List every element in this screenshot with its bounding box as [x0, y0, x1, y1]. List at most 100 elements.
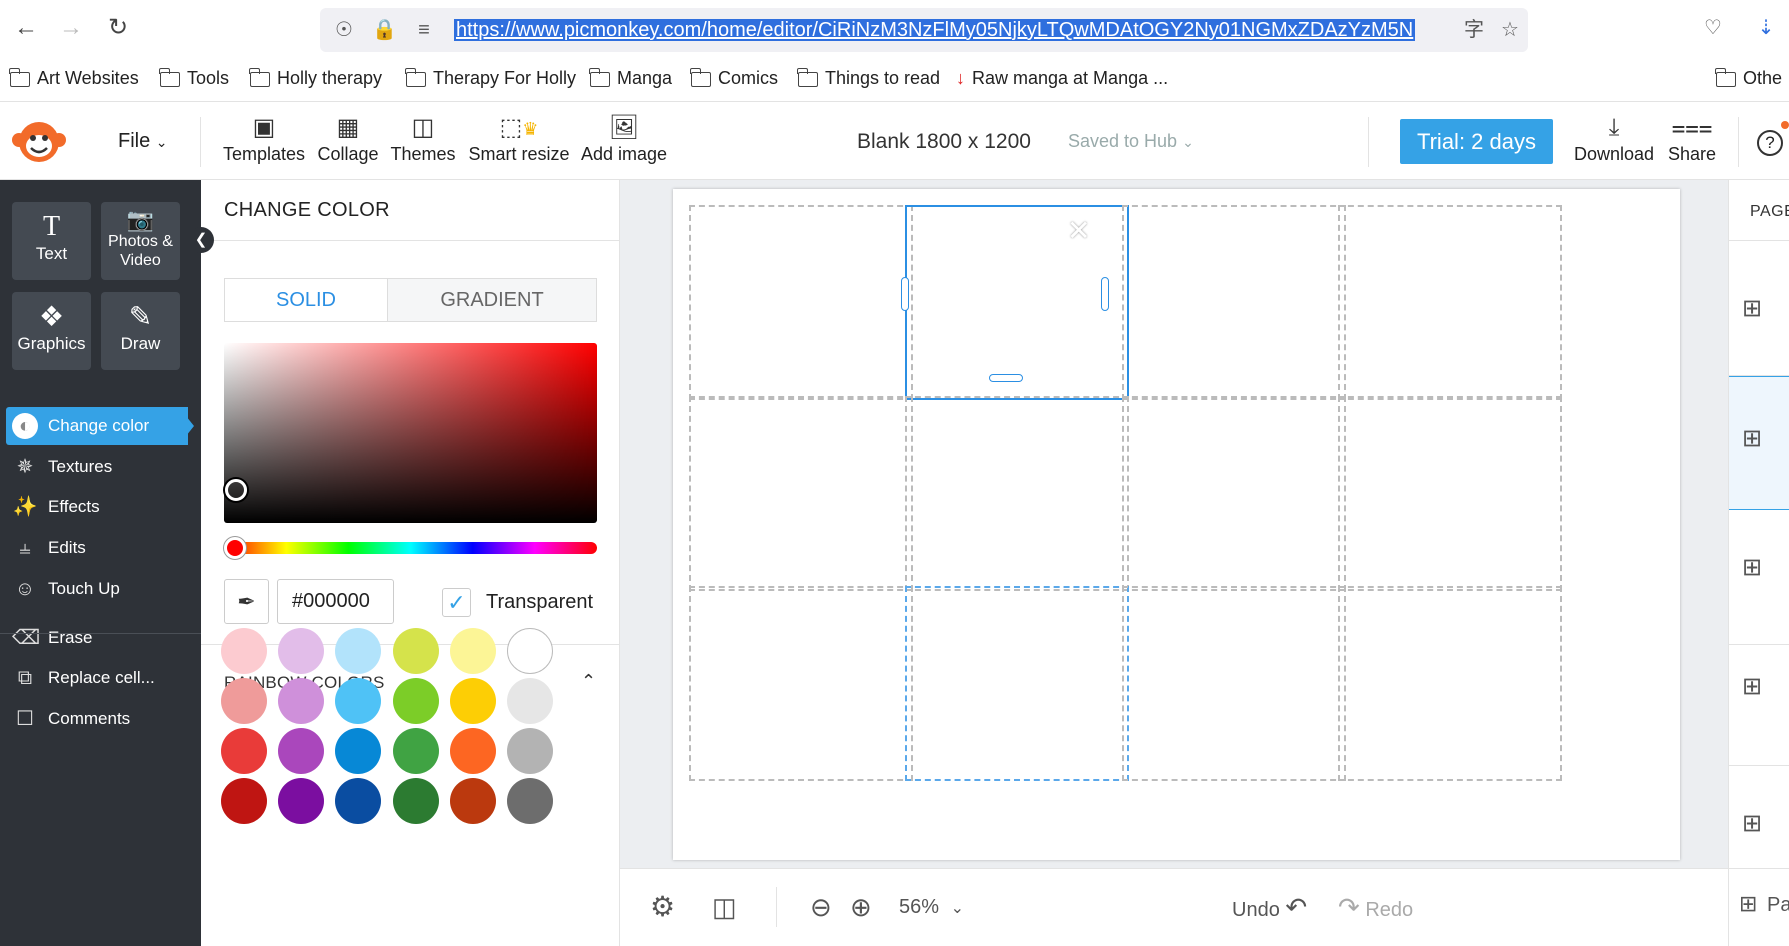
photos-video-tile[interactable]: 📷 Photos & Video: [101, 202, 180, 280]
downloads-icon[interactable]: ⇣: [1753, 16, 1779, 40]
themes-button[interactable]: ◫ Themes: [390, 113, 456, 173]
document-title[interactable]: Blank 1800 x 1200: [857, 130, 1031, 154]
color-swatch[interactable]: [392, 628, 439, 674]
collage-cell[interactable]: [1338, 396, 1562, 591]
sidebar-item-effects[interactable]: ✨ Effects: [12, 489, 100, 525]
color-swatch[interactable]: [221, 728, 267, 774]
collage-cell[interactable]: [689, 396, 913, 591]
bookmark-star-icon[interactable]: ☆: [1498, 18, 1522, 42]
tab-gradient[interactable]: GRADIENT: [387, 279, 596, 321]
eyedropper-button[interactable]: ✒: [224, 579, 269, 624]
back-icon[interactable]: ←: [12, 14, 40, 42]
save-status[interactable]: Saved to Hub ⌄: [1068, 131, 1194, 152]
sidebar-item-change-color[interactable]: ◐ Change color: [12, 408, 149, 444]
forward-icon[interactable]: →: [57, 14, 85, 42]
color-swatch[interactable]: [335, 778, 382, 824]
bookmark-item[interactable]: Tools: [159, 66, 229, 90]
collage-cell-selected[interactable]: ✕: [901, 205, 1129, 400]
collage-cell[interactable]: [1122, 205, 1346, 400]
bookmark-item[interactable]: ↓ Raw manga at Manga ...: [956, 66, 1168, 90]
bookmark-item[interactable]: Othe: [1715, 66, 1782, 90]
download-button[interactable]: ⤓ Download: [1568, 113, 1660, 173]
collage-cell[interactable]: [905, 396, 1129, 591]
permissions-icon[interactable]: ≡: [412, 18, 436, 42]
page-thumbnail[interactable]: ⊞: [1729, 632, 1789, 766]
color-swatch[interactable]: [335, 628, 382, 674]
resize-handle-left[interactable]: [901, 277, 909, 311]
hue-slider[interactable]: [224, 542, 597, 554]
help-icon[interactable]: ?: [1757, 130, 1783, 156]
resize-handle-bottom[interactable]: [989, 374, 1023, 382]
sidebar-item-comments[interactable]: ☐ Comments: [12, 701, 130, 737]
zoom-in-icon[interactable]: ⊕: [850, 889, 872, 925]
color-swatch[interactable]: [449, 778, 496, 824]
collapse-section-button[interactable]: ⌃: [581, 671, 596, 692]
zoom-level-select[interactable]: 56% ⌄: [899, 889, 964, 927]
picmonkey-logo[interactable]: [12, 119, 66, 165]
sidebar-item-touch-up[interactable]: ☺ Touch Up: [12, 571, 120, 607]
reload-icon[interactable]: ↻: [104, 14, 132, 42]
add-image-button[interactable]: 🖼 Add image: [580, 113, 668, 173]
color-swatch[interactable]: [507, 628, 553, 674]
graphics-tile[interactable]: ❖ Graphics: [12, 292, 91, 370]
color-picker-handle[interactable]: [225, 479, 247, 501]
collage-button[interactable]: ▦ Collage: [316, 113, 380, 173]
remove-cell-icon[interactable]: ✕: [1067, 217, 1090, 245]
shield-icon[interactable]: ☉: [332, 18, 356, 42]
undo-button[interactable]: Undo ↶: [1232, 889, 1307, 928]
tab-solid[interactable]: SOLID: [225, 279, 387, 321]
color-swatch[interactable]: [221, 678, 267, 724]
color-swatch[interactable]: [221, 628, 267, 674]
collage-cell[interactable]: [689, 586, 913, 781]
collage-cell[interactable]: [1338, 586, 1562, 781]
address-bar[interactable]: ☉ 🔒 ≡ https://www.picmonkey.com/home/edi…: [320, 8, 1528, 52]
color-swatch[interactable]: [449, 678, 496, 724]
color-swatch[interactable]: [507, 728, 553, 774]
sidebar-item-replace-cell[interactable]: ⧉ Replace cell...: [12, 660, 155, 696]
color-swatch[interactable]: [278, 778, 325, 824]
trial-button[interactable]: Trial: 2 days: [1400, 119, 1553, 164]
file-menu[interactable]: File ⌄: [118, 130, 168, 153]
text-tool-tile[interactable]: T Text: [12, 202, 91, 280]
color-swatch[interactable]: [449, 728, 496, 774]
color-swatch[interactable]: [278, 728, 325, 774]
bookmark-item[interactable]: Comics: [690, 66, 778, 90]
bookmark-item[interactable]: Holly therapy: [249, 66, 382, 90]
redo-button[interactable]: ↷ Redo: [1338, 889, 1413, 928]
color-swatch[interactable]: [449, 628, 496, 674]
collage-canvas[interactable]: ✕: [673, 189, 1680, 860]
collage-cell[interactable]: [689, 205, 913, 400]
add-page-button[interactable]: ⊞ Page: [1729, 868, 1789, 946]
sidebar-item-erase[interactable]: ⌫ Erase: [12, 620, 92, 656]
lock-icon[interactable]: 🔒: [372, 18, 397, 42]
share-button[interactable]: ⩶ Share: [1664, 113, 1720, 173]
color-swatch[interactable]: [335, 728, 382, 774]
color-swatch[interactable]: [221, 778, 267, 824]
color-swatch[interactable]: [507, 778, 553, 824]
templates-button[interactable]: ▣ Templates: [220, 113, 308, 173]
color-swatch[interactable]: [278, 678, 325, 724]
collapse-panel-button[interactable]: ❮: [188, 227, 214, 253]
hue-slider-handle[interactable]: [224, 537, 246, 559]
hex-color-input[interactable]: [277, 579, 394, 624]
resize-handle-right[interactable]: [1101, 277, 1109, 311]
color-swatch[interactable]: [392, 678, 439, 724]
page-thumbnail-active[interactable]: ⊞: [1729, 376, 1789, 510]
color-swatch[interactable]: [392, 728, 439, 774]
bookmark-item[interactable]: Manga: [589, 66, 672, 90]
color-swatch[interactable]: [335, 678, 382, 724]
color-swatch[interactable]: [507, 678, 553, 724]
sidebar-item-edits[interactable]: ⫨ Edits: [12, 530, 85, 566]
transparent-checkbox[interactable]: ✓: [442, 588, 471, 617]
page-thumbnail[interactable]: ⊞: [1729, 511, 1789, 645]
page-thumbnail[interactable]: ⊞: [1729, 242, 1789, 376]
draw-tile[interactable]: ✎ Draw: [101, 292, 180, 370]
collage-cell[interactable]: [1122, 396, 1346, 591]
collage-cell[interactable]: [905, 586, 1129, 781]
smart-resize-button[interactable]: ⬚♛ Smart resize: [468, 113, 570, 173]
bookmark-item[interactable]: Things to read: [797, 66, 940, 90]
collage-cell[interactable]: [1122, 586, 1346, 781]
saturation-value-picker[interactable]: [224, 343, 597, 523]
translate-icon[interactable]: 字: [1462, 18, 1486, 42]
bookmark-item[interactable]: Art Websites: [9, 66, 139, 90]
